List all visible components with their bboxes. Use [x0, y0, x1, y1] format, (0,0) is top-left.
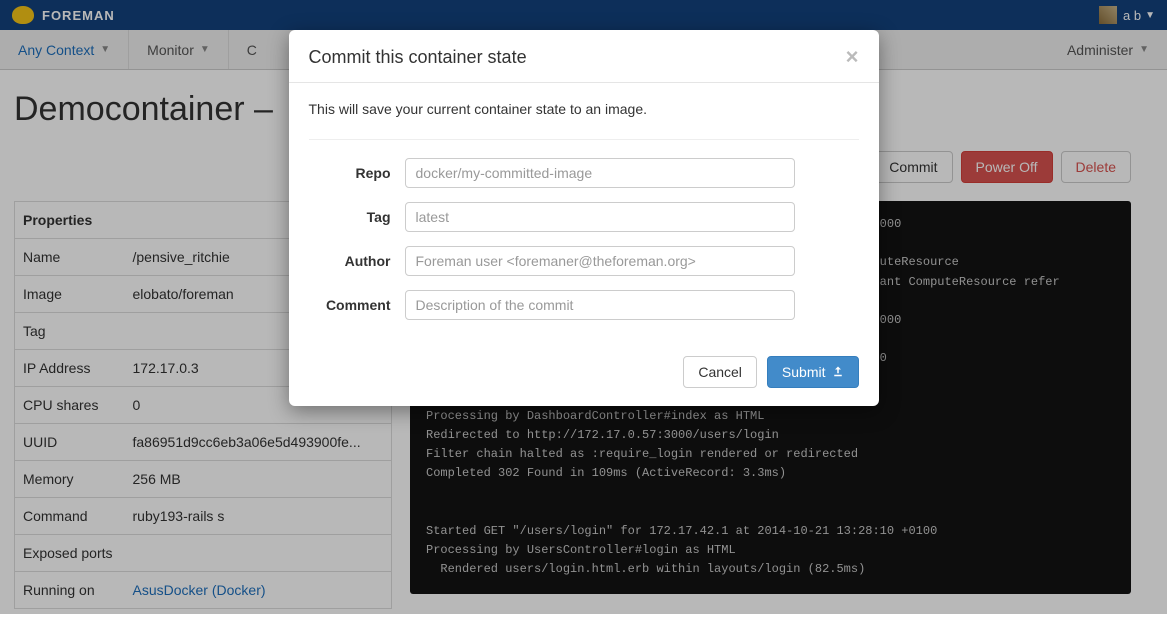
- modal-title: Commit this container state: [309, 47, 846, 68]
- commit-modal: Commit this container state × This will …: [289, 30, 879, 406]
- close-icon[interactable]: ×: [846, 46, 859, 68]
- repo-input[interactable]: [405, 158, 795, 188]
- tag-label: Tag: [309, 209, 391, 225]
- comment-input[interactable]: [405, 290, 795, 320]
- submit-button[interactable]: Submit: [767, 356, 859, 388]
- upload-icon: [832, 365, 844, 380]
- modal-body: This will save your current container st…: [289, 83, 879, 342]
- author-label: Author: [309, 253, 391, 269]
- cancel-button[interactable]: Cancel: [683, 356, 757, 388]
- comment-label: Comment: [309, 297, 391, 313]
- tag-input[interactable]: [405, 202, 795, 232]
- repo-label: Repo: [309, 165, 391, 181]
- author-input[interactable]: [405, 246, 795, 276]
- modal-intro: This will save your current container st…: [309, 101, 859, 117]
- submit-label: Submit: [782, 364, 826, 380]
- modal-footer: Cancel Submit: [289, 342, 879, 406]
- modal-header: Commit this container state ×: [289, 30, 879, 83]
